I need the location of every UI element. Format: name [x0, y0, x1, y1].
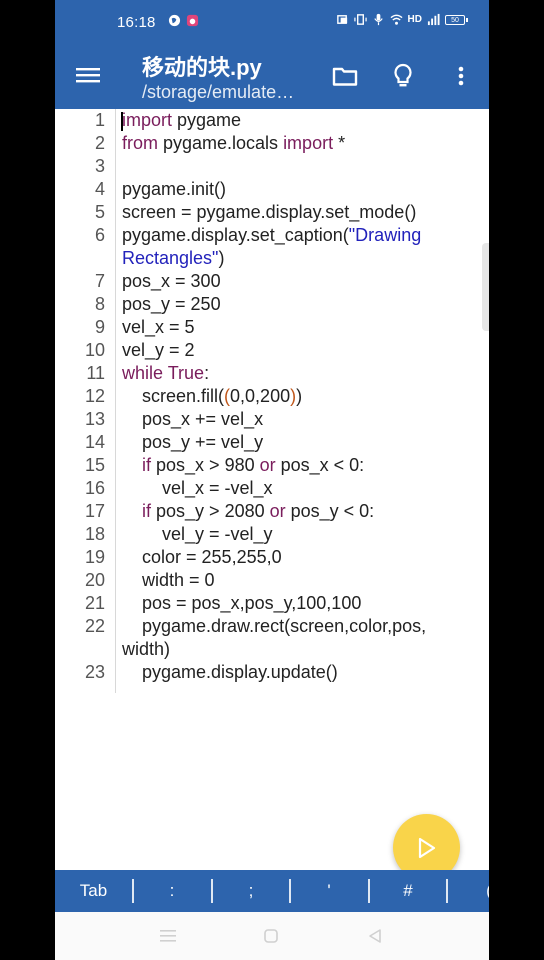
key-hash[interactable]: # — [369, 870, 447, 912]
network-type: HD — [407, 14, 422, 25]
folder-icon[interactable] — [331, 62, 359, 90]
status-time: 16:18 — [117, 14, 156, 31]
screen-mirror-icon — [336, 15, 347, 24]
text-cursor — [121, 112, 123, 131]
extra-keys-bar: Tab : ; ' # ( — [55, 870, 489, 912]
system-nav-bar — [55, 912, 489, 960]
vibrate-icon — [353, 14, 367, 25]
gutter-divider — [115, 109, 116, 693]
play-icon — [418, 837, 436, 859]
battery-icon: 50 — [445, 14, 468, 25]
back-icon[interactable] — [367, 928, 383, 944]
menu-icon[interactable] — [75, 62, 101, 88]
app-bar: 移动的块.py /storage/emulate… — [55, 42, 489, 109]
more-vert-icon[interactable] — [447, 62, 475, 90]
recent-apps-icon[interactable] — [159, 928, 177, 944]
key-paren[interactable]: ( — [479, 870, 489, 912]
key-colon[interactable]: : — [133, 870, 211, 912]
globe-icon — [168, 14, 181, 27]
wifi-icon — [390, 14, 403, 25]
lightbulb-icon[interactable] — [389, 62, 417, 90]
app-notification-icon — [186, 14, 199, 27]
home-icon[interactable] — [263, 928, 279, 944]
key-semicolon[interactable]: ; — [212, 870, 290, 912]
mic-icon — [373, 13, 383, 26]
file-path: /storage/emulate… — [142, 82, 295, 102]
app-screen: 16:18 HD 50 移动的块.py /storage/emulate… 1 … — [55, 0, 489, 960]
code-editor[interactable]: 1 import pygame 2 from pygame.locals impor… — [55, 109, 489, 870]
status-bar: 16:18 HD 50 — [55, 0, 489, 42]
key-quote[interactable]: ' — [290, 870, 368, 912]
signal-icon — [427, 13, 440, 26]
scroll-handle[interactable] — [482, 243, 489, 331]
file-title: 移动的块.py — [142, 55, 262, 80]
key-tab[interactable]: Tab — [55, 870, 132, 912]
